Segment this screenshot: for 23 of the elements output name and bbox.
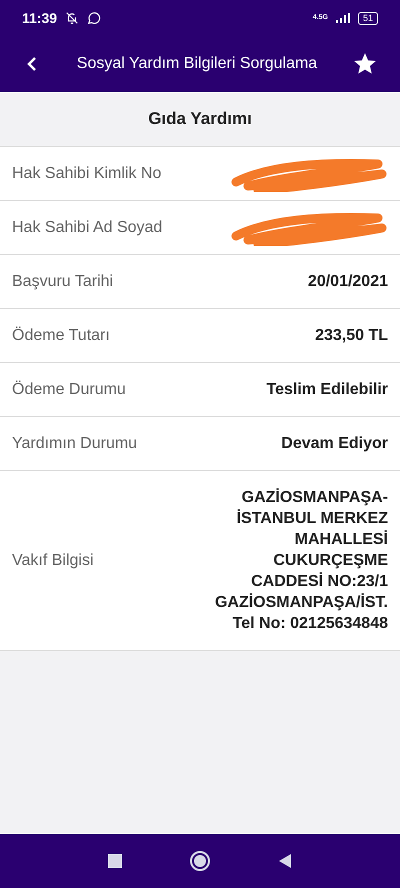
field-label: Başvuru Tarihi [12, 272, 114, 292]
field-label: Vakıf Bilgisi [12, 550, 94, 570]
section-title: Gıda Yardımı [148, 108, 252, 130]
chevron-left-icon [25, 56, 39, 72]
field-value: 233,50 TL [315, 326, 388, 346]
triangle-icon [278, 853, 292, 869]
field-label: Ödeme Tutarı [12, 326, 110, 346]
field-label: Ödeme Durumu [12, 380, 126, 400]
status-time: 11:39 [22, 8, 58, 28]
back-nav-button[interactable] [278, 853, 292, 869]
field-label: Yardımın Durumu [12, 434, 138, 454]
page-title: Sosyal Yardım Bilgileri Sorgulama [76, 54, 318, 74]
field-value: Devam Ediyor [281, 434, 388, 454]
field-value: Teslim Edilebilir [266, 380, 388, 400]
bell-off-icon [65, 11, 80, 25]
field-label: Hak Sahibi Ad Soyad [12, 218, 162, 238]
battery-level: 51 [358, 12, 378, 24]
signal-icon [336, 13, 350, 23]
field-value: 20/01/2021 [308, 272, 388, 292]
home-button[interactable] [190, 851, 210, 871]
field-value: GAZİOSMANPAŞA- İSTANBUL MERKEZ MAHALLESİ CUKURÇEŞME CADDESİ NO:23/1 GAZİOSMANPAŞA/İST. Tel No: 02125634848 [214, 487, 388, 634]
field-label: Hak Sahibi Kimlik No [12, 164, 162, 184]
chat-icon [87, 11, 102, 25]
